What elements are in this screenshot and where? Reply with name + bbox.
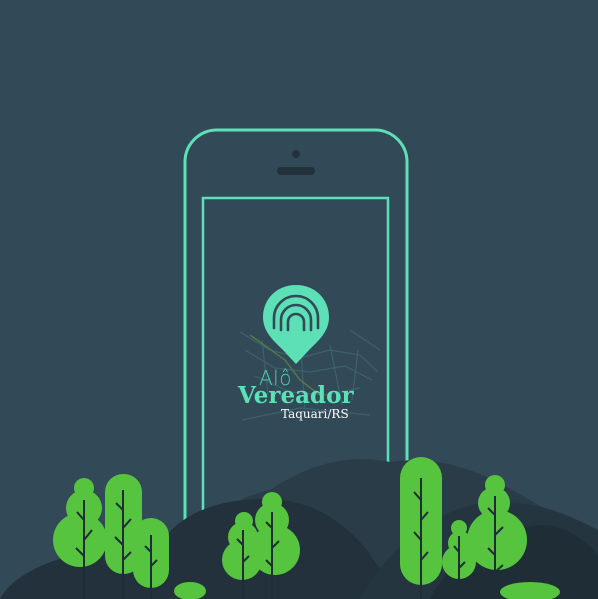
phone-speaker [277,167,315,175]
splash-illustration [0,128,598,599]
phone-camera [292,150,300,158]
splash-screen: Alô Vereador Taquari/RS [0,0,598,599]
